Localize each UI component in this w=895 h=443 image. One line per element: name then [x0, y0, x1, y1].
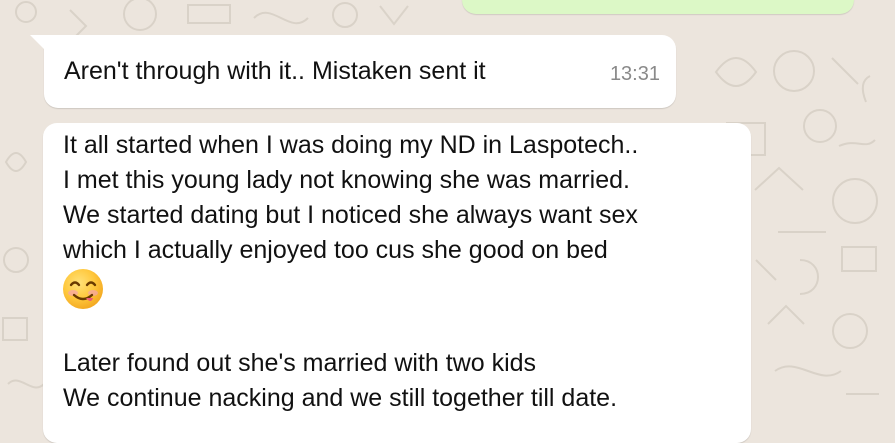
- message-line: We continue nacking and we still togethe…: [63, 384, 618, 412]
- message-line: Later found out she's married with two k…: [63, 349, 537, 377]
- message-line: which I actually enjoyed too cus she goo…: [63, 236, 608, 264]
- incoming-message-bubble[interactable]: Aren't through with it.. Mistaken sent i…: [30, 35, 676, 108]
- outgoing-message-bubble-partial[interactable]: [462, 0, 854, 14]
- message-line: We started dating but I noticed she alwa…: [63, 201, 638, 229]
- incoming-message-bubble-long[interactable]: It all started when I was doing my ND in…: [43, 123, 751, 443]
- message-text-block-later: Later found out she's married with two k…: [63, 346, 617, 416]
- smiling-face-with-tongue-emoji-icon: [63, 269, 103, 309]
- message-text-block: It all started when I was doing my ND in…: [63, 128, 638, 268]
- message-line: I met this young lady not knowing she wa…: [63, 166, 630, 194]
- message-timestamp: 13:31: [609, 63, 660, 85]
- message-line: It all started when I was doing my ND in…: [63, 131, 639, 159]
- message-text: Aren't through with it.. Mistaken sent i…: [64, 57, 486, 85]
